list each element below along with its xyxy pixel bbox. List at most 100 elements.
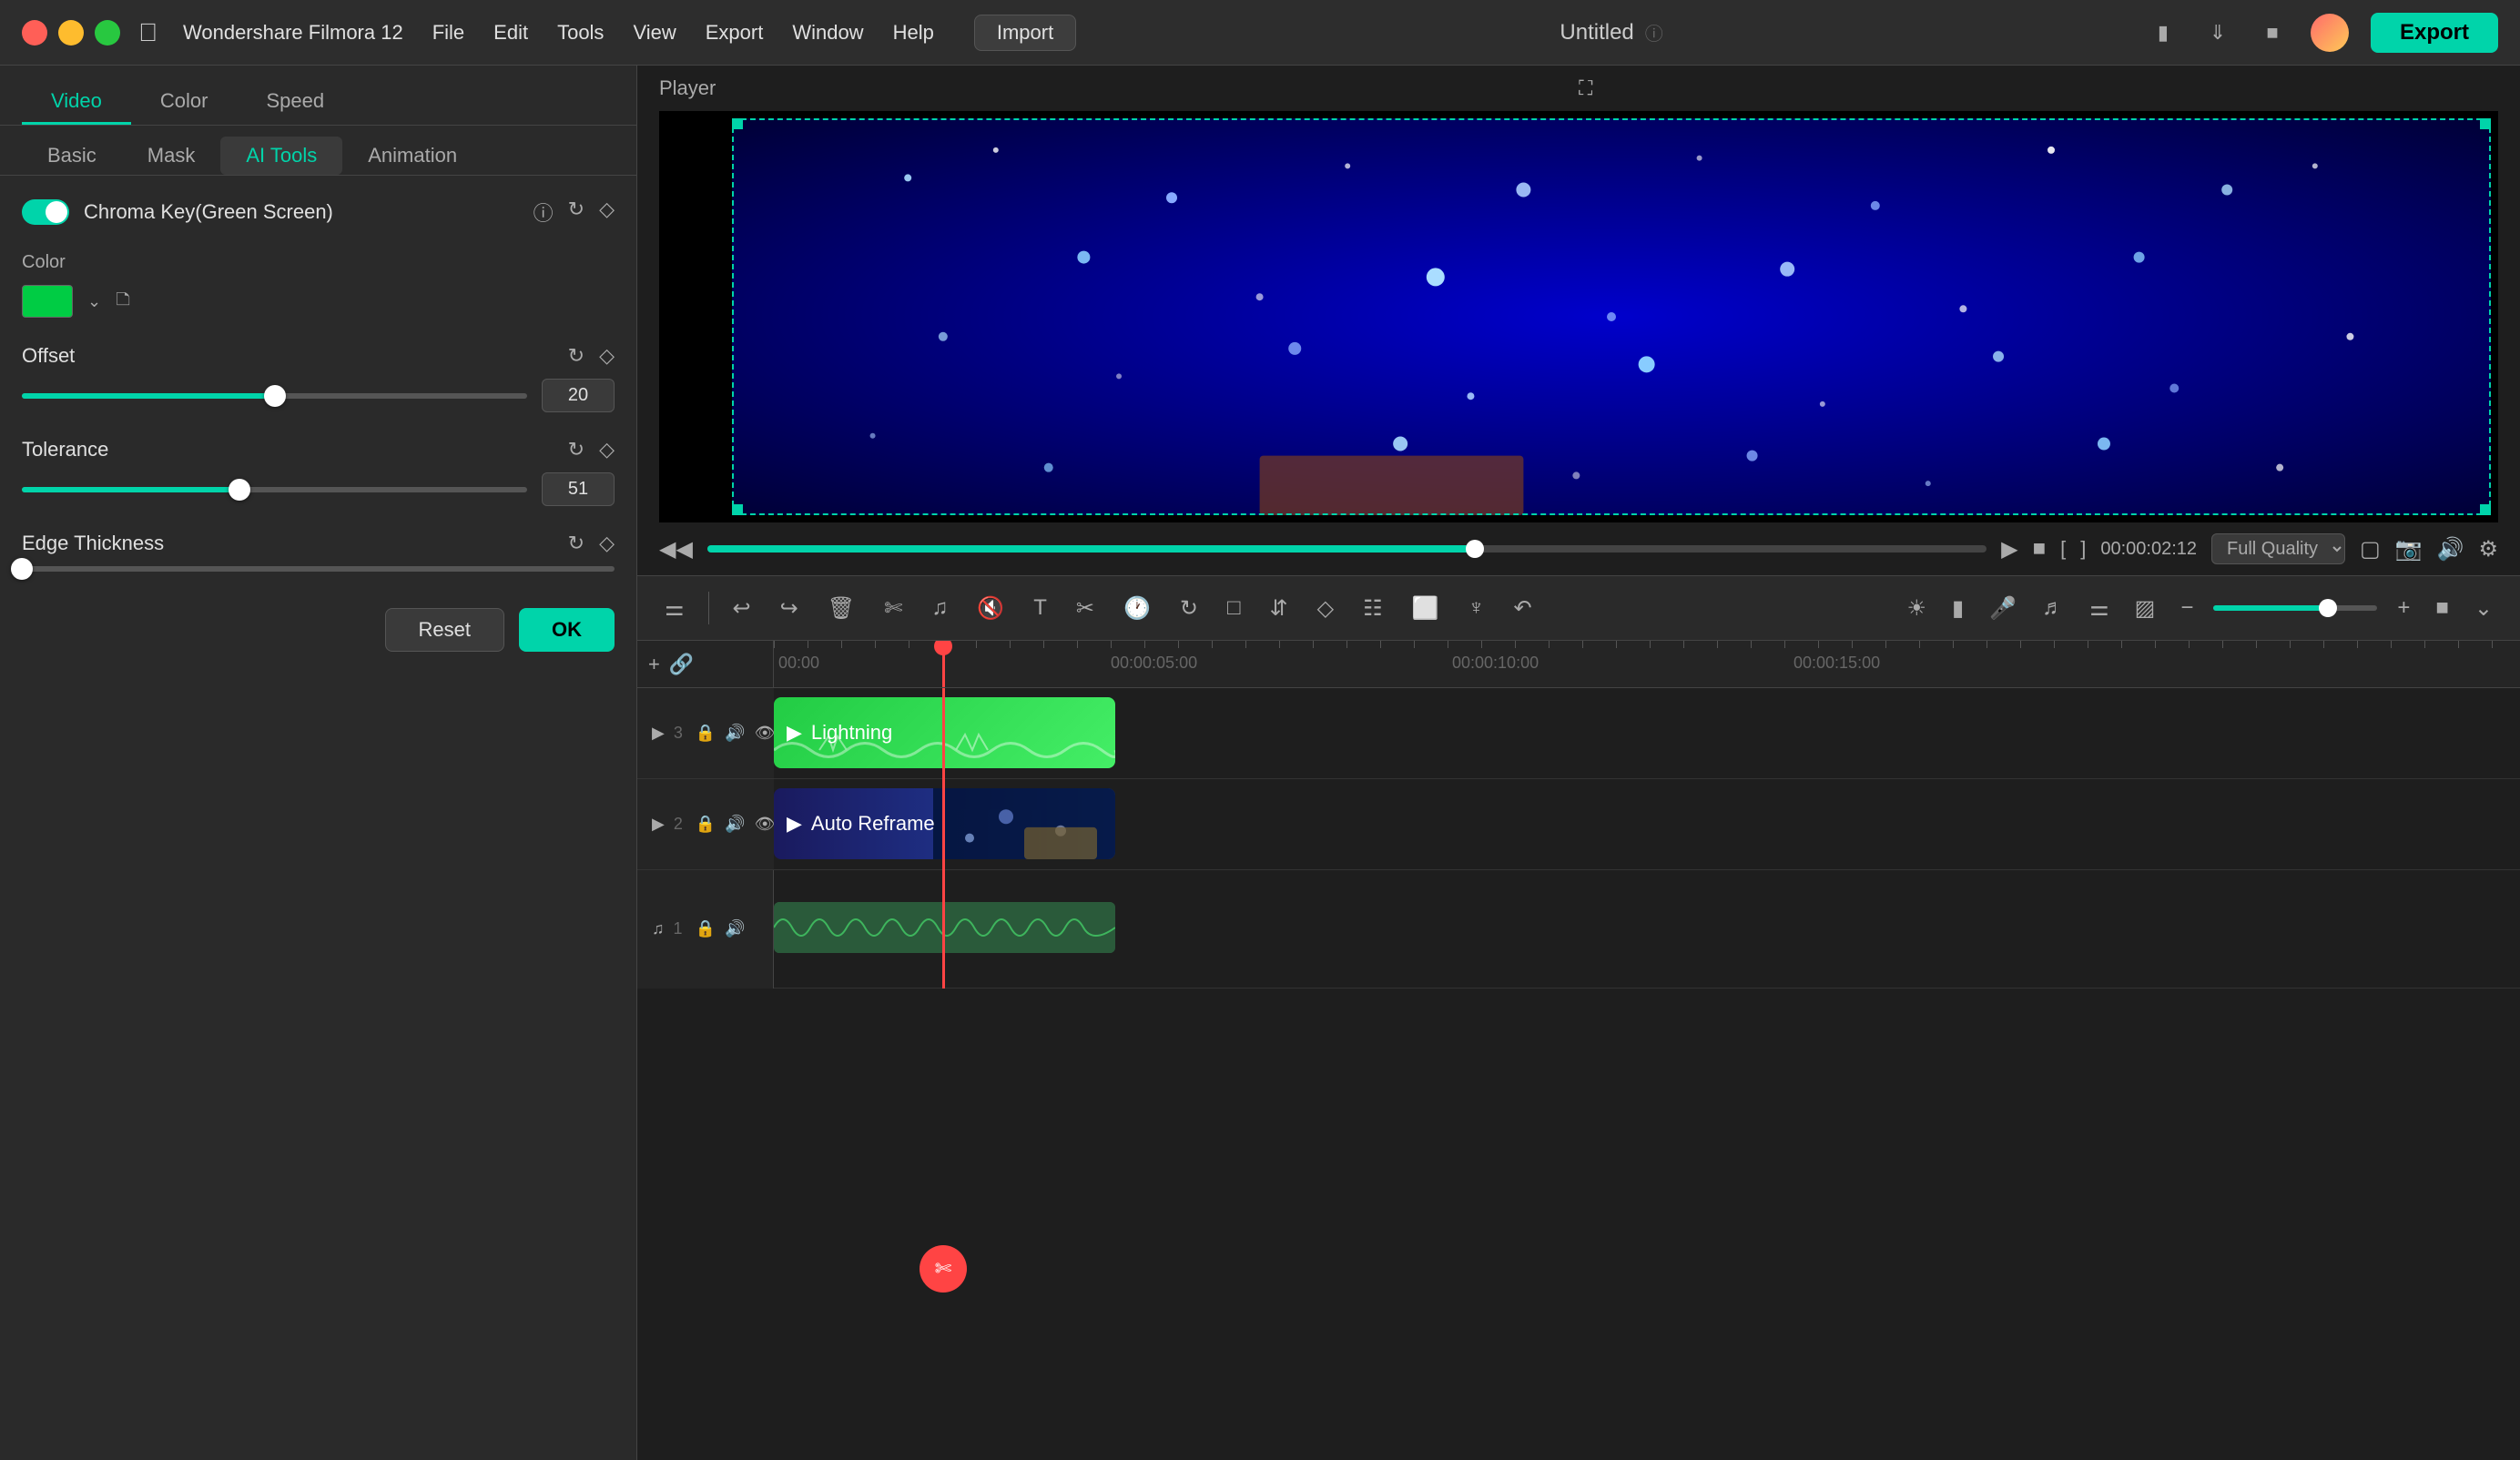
color-swatch[interactable] [22,285,73,318]
shield-icon[interactable]: ▮ [1946,590,1969,627]
subtab-ai-tools[interactable]: AI Tools [220,137,342,175]
volume-icon-3[interactable]: 🔊 [725,724,745,743]
music2-icon[interactable]: ♬ [2037,590,2069,626]
handle-br[interactable] [2480,504,2491,515]
screen-icon[interactable]: ▢ [2360,536,2381,563]
crop-icon[interactable]: ✂ [1071,590,1100,627]
menu-help[interactable]: Help [893,21,934,45]
zoom-minus-icon[interactable]: − [2175,590,2199,626]
playhead-scissors[interactable]: ✄ [920,1245,967,1293]
maximize-button[interactable] [95,20,120,46]
mute-icon[interactable]: 🔇 [971,590,1010,627]
tab-speed[interactable]: Speed [237,80,353,125]
chroma-key-reset-icon[interactable]: ↻ [568,198,584,227]
tolerance-slider-track[interactable] [22,487,527,492]
menu-edit[interactable]: Edit [493,21,528,45]
cut-icon[interactable]: ✄ [879,590,908,627]
menu-export[interactable]: Export [706,21,764,45]
crop-r-icon[interactable]: □ [1222,590,1246,626]
menu-tools[interactable]: Tools [557,21,604,45]
tolerance-value[interactable]: 51 [542,472,615,506]
volume-icon-1[interactable]: 🔊 [725,919,745,938]
chevron-down-icon[interactable]: ⌄ [2469,590,2498,627]
layout2-icon[interactable]: ■ [2430,590,2454,626]
eyedropper-icon[interactable]: 🗅 [116,284,130,319]
volume-icon[interactable]: 🔊 [2437,536,2464,563]
reset-button[interactable]: Reset [385,608,504,652]
handle-tr[interactable] [2480,118,2491,129]
sun-icon[interactable]: ☀ [1902,590,1933,627]
menu-window[interactable]: Window [792,21,863,45]
delete-icon[interactable]: 🗑 [822,590,860,627]
offset-slider-thumb[interactable] [264,385,286,407]
square-icon[interactable]: ⬜ [1407,590,1445,627]
grid2-icon[interactable]: ⚌ [2084,590,2115,627]
offset-slider-track[interactable] [22,393,527,399]
eye-icon-2[interactable]: 👁 [755,815,776,834]
grid-icon[interactable]: ⚌ [659,590,690,627]
export-button[interactable]: Export [2371,13,2498,53]
avatar[interactable] [2311,14,2349,52]
subtab-basic[interactable]: Basic [22,137,122,175]
tolerance-slider-thumb[interactable] [229,479,250,501]
lock-icon-2[interactable]: 🔒 [696,815,716,834]
redo-icon[interactable]: ↪ [775,590,804,627]
eye-icon-3[interactable]: 👁 [755,724,776,743]
fullscreen-icon[interactable]: ⛶ [1579,76,2498,100]
tolerance-reset-icon[interactable]: ↻ [568,438,584,461]
sliders-icon[interactable]: ☷ [1357,590,1388,627]
subtab-animation[interactable]: Animation [342,137,483,175]
text-icon[interactable]: T [1028,590,1052,626]
progress-thumb[interactable] [1466,540,1484,558]
progress-track[interactable] [707,545,1987,553]
monitor-icon[interactable]: ▨ [2129,590,2161,627]
menu-appname[interactable]: Wondershare Filmora 12 [183,21,403,45]
import-button[interactable]: Import [974,15,1076,51]
lock-icon-1[interactable]: 🔒 [696,919,716,938]
chroma-key-toggle[interactable] [22,199,69,225]
subtab-mask[interactable]: Mask [122,137,221,175]
volume-icon-2[interactable]: 🔊 [725,815,745,834]
reset2-icon[interactable]: ↶ [1508,590,1537,627]
clock-icon[interactable]: 🕐 [1118,590,1156,627]
minimize-button[interactable] [58,20,84,46]
zoom-track[interactable] [2213,605,2377,611]
offset-value[interactable]: 20 [542,379,615,412]
edge-thickness-diamond-icon[interactable]: ◇ [599,532,615,555]
chroma-key-diamond-icon[interactable]: ◇ [599,198,615,227]
offset-diamond-icon[interactable]: ◇ [599,344,615,368]
color-chevron-icon[interactable]: ⌄ [87,292,101,311]
monitor-icon[interactable]: ▮ [2147,16,2180,49]
menu-view[interactable]: View [633,21,676,45]
wave-icon[interactable]: ♆ [1462,590,1489,626]
undo-icon[interactable]: ↩ [727,590,757,627]
edge-thickness-reset-icon[interactable]: ↻ [568,532,584,555]
lock-icon-3[interactable]: 🔒 [696,724,716,743]
step-back-button[interactable]: ◀◀ [659,536,693,563]
handle-bl[interactable] [732,504,743,515]
close-button[interactable] [22,20,47,46]
tab-video[interactable]: Video [22,80,131,125]
expand-icon[interactable]: ⇵ [1264,590,1293,627]
download-icon[interactable]: ⇓ [2201,16,2234,49]
link-track-icon[interactable]: 🔗 [669,653,694,676]
music-icon[interactable]: ♫ [926,590,953,626]
zoom-thumb[interactable] [2319,599,2337,617]
zoom-plus-icon[interactable]: + [2392,590,2415,626]
mic-icon[interactable]: 🎤 [1984,590,2022,627]
edge-thickness-slider-thumb[interactable] [11,558,33,580]
settings-icon[interactable]: ⚙ [2478,536,2498,563]
tolerance-diamond-icon[interactable]: ◇ [599,438,615,461]
play-button[interactable]: ▶ [2001,536,2017,563]
quality-select[interactable]: Full Quality [2211,533,2345,564]
tab-color[interactable]: Color [131,80,238,125]
diamond-icon[interactable]: ◇ [1312,590,1339,627]
offset-reset-icon[interactable]: ↻ [568,344,584,368]
edge-thickness-slider-track[interactable] [22,566,615,572]
stop-button[interactable]: ■ [2033,536,2047,562]
menu-file[interactable]: File [432,21,464,45]
ok-button[interactable]: OK [519,608,615,652]
camera-icon[interactable]: 📷 [2395,536,2423,563]
loop-icon[interactable]: ↻ [1174,590,1204,627]
handle-tl[interactable] [732,118,743,129]
